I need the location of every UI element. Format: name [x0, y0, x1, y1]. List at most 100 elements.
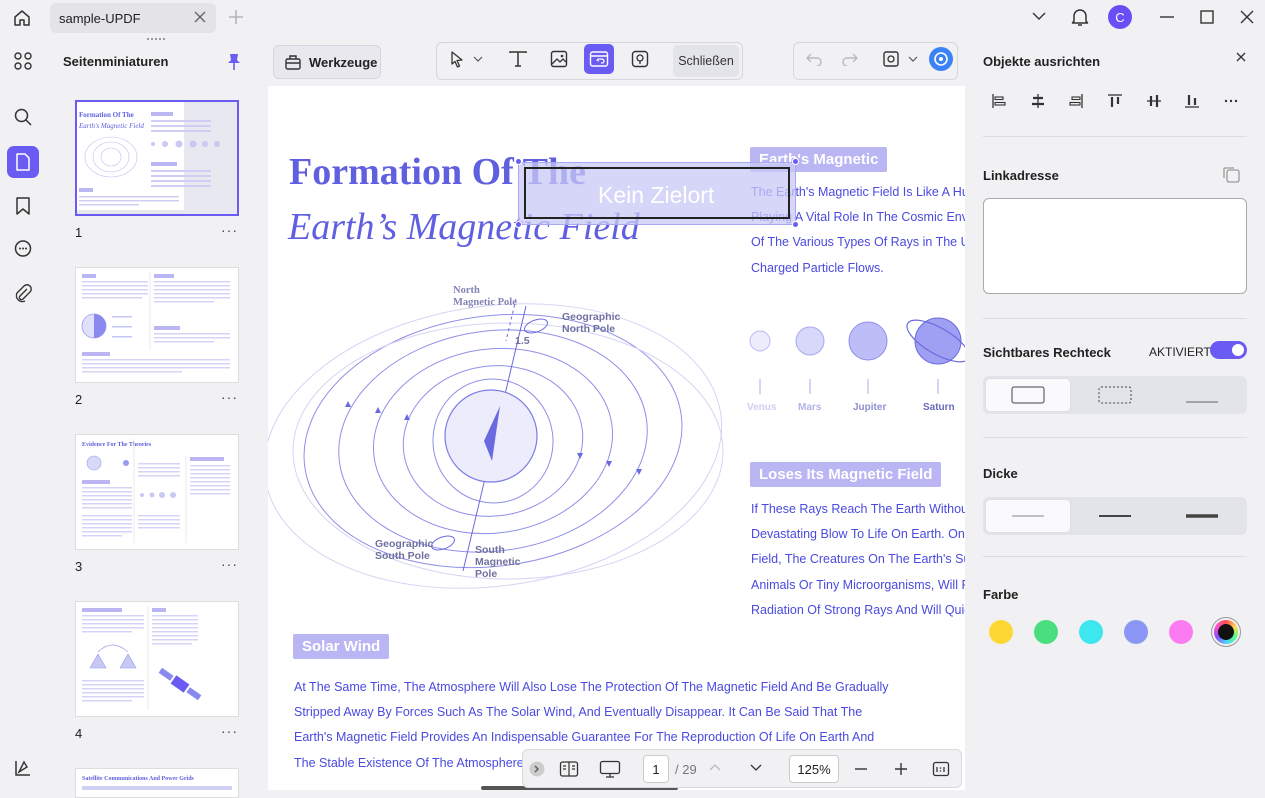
- visible-rect-toggle[interactable]: [1210, 341, 1247, 359]
- label-line: Magnetic: [475, 556, 521, 568]
- planet-label-mars: Mars: [798, 402, 822, 413]
- text-tool-icon[interactable]: [503, 44, 533, 74]
- link-address-input[interactable]: [983, 198, 1247, 294]
- page-thumbnail-2[interactable]: [75, 267, 239, 383]
- more-align-icon[interactable]: [1223, 93, 1239, 109]
- zoom-out-icon[interactable]: [854, 768, 868, 770]
- section-heading-solar-wind: Solar Wind: [293, 634, 390, 659]
- actual-size-icon[interactable]: [932, 760, 950, 778]
- divider: [983, 136, 1247, 137]
- close-tab-icon[interactable]: [194, 11, 206, 23]
- border-dashed-option[interactable]: [1072, 378, 1158, 412]
- color-swatch-1[interactable]: [989, 620, 1013, 644]
- toggle-knob: [1232, 344, 1244, 356]
- align-top-icon[interactable]: [1107, 93, 1123, 109]
- close-window-icon[interactable]: [1240, 10, 1254, 24]
- zoom-level[interactable]: 125%: [789, 755, 839, 783]
- svg-text:Evidence For The Theories: Evidence For The Theories: [82, 442, 152, 448]
- ai-assistant-icon[interactable]: [926, 44, 956, 74]
- watermark-tool-icon[interactable]: [625, 44, 655, 74]
- page-thumbnail-3[interactable]: Evidence For The Theories: [75, 434, 239, 550]
- chevron-down-icon[interactable]: [1032, 11, 1046, 21]
- tts-icon[interactable]: [876, 44, 906, 74]
- zoom-in-icon[interactable]: [894, 762, 908, 776]
- document-canvas[interactable]: Formation Of The Earth’s Magnetic Field …: [268, 86, 965, 790]
- left-tool-rail: [0, 36, 46, 790]
- redo-icon[interactable]: [835, 44, 865, 74]
- align-bottom-icon[interactable]: [1184, 93, 1200, 109]
- resize-handle[interactable]: [147, 38, 165, 42]
- divider: [983, 318, 1247, 319]
- color-swatch-2[interactable]: [1034, 620, 1058, 644]
- reading-mode-icon[interactable]: [559, 760, 579, 778]
- color-swatch-5[interactable]: [1169, 620, 1193, 644]
- resize-handle-tr[interactable]: [792, 158, 799, 165]
- new-tab-icon[interactable]: [228, 9, 244, 25]
- select-tool-icon[interactable]: [442, 44, 472, 74]
- properties-panel: Objekte ausrichten Linkadresse Sichtbare…: [967, 36, 1265, 790]
- page-options-1[interactable]: ···: [221, 222, 238, 238]
- visible-rect-label: Sichtbares Rechteck: [983, 345, 1111, 360]
- link-tool-icon[interactable]: [584, 44, 614, 74]
- svg-text:Earth's Magnetic Field: Earth's Magnetic Field: [78, 122, 144, 130]
- current-page-input[interactable]: 1: [643, 755, 669, 783]
- resize-handle-br[interactable]: [792, 221, 799, 228]
- image-tool-icon[interactable]: [544, 44, 574, 74]
- page-thumbnail-5[interactable]: Satellite Communications And Power Grids: [75, 768, 239, 798]
- color-swatch-6[interactable]: [1214, 620, 1238, 644]
- align-right-icon[interactable]: [1068, 93, 1084, 109]
- page-thumbnail-4[interactable]: [75, 601, 239, 717]
- avatar[interactable]: C: [1108, 5, 1132, 29]
- minimize-icon[interactable]: [1160, 16, 1174, 18]
- previous-page-icon[interactable]: [709, 763, 721, 771]
- select-dropdown-icon[interactable]: [469, 44, 487, 74]
- divider: [983, 437, 1247, 438]
- presentation-icon[interactable]: [599, 760, 621, 778]
- copy-icon[interactable]: [1221, 166, 1241, 184]
- bell-icon[interactable]: [1071, 7, 1089, 27]
- tools-button[interactable]: Werkzeuge: [273, 45, 381, 79]
- color-swatch-4[interactable]: [1124, 620, 1148, 644]
- comments-icon[interactable]: [7, 233, 39, 265]
- text-line: If These Rays Reach The Earth Without C: [751, 502, 965, 516]
- page-options-2[interactable]: ···: [221, 389, 238, 405]
- maximize-icon[interactable]: [1200, 10, 1214, 24]
- thumbnails-icon[interactable]: [7, 146, 39, 178]
- color-label: Farbe: [983, 587, 1019, 602]
- ai-tools-icon[interactable]: [7, 752, 39, 784]
- document-tab[interactable]: sample-UPDF: [50, 3, 216, 33]
- next-page-icon[interactable]: [750, 764, 762, 772]
- thickness-thick-option[interactable]: [1159, 499, 1245, 533]
- thickness-selector: [983, 497, 1247, 535]
- thickness-thin-option[interactable]: [985, 499, 1071, 533]
- search-icon[interactable]: [7, 101, 39, 133]
- pin-icon[interactable]: [227, 53, 241, 71]
- apps-grid-icon[interactable]: [7, 45, 39, 77]
- close-panel-icon[interactable]: [1236, 52, 1246, 62]
- page-options-3[interactable]: ···: [221, 556, 238, 572]
- geographic-south-pole-label: Geographic South Pole: [375, 538, 433, 562]
- border-solid-option[interactable]: [985, 378, 1071, 412]
- page-thumbnail-1[interactable]: Formation Of The Earth's Magnetic Field: [75, 100, 239, 216]
- home-icon[interactable]: [9, 5, 35, 31]
- border-underline-option[interactable]: [1159, 378, 1245, 412]
- color-swatch-3[interactable]: [1079, 620, 1103, 644]
- thickness-medium-option[interactable]: [1072, 499, 1158, 533]
- label-line: North Pole: [562, 323, 616, 335]
- bookmark-icon[interactable]: [7, 190, 39, 222]
- resize-handle-bl[interactable]: [515, 221, 522, 228]
- collapse-icon[interactable]: [529, 761, 545, 777]
- undo-icon[interactable]: [799, 44, 829, 74]
- align-left-icon[interactable]: [991, 93, 1007, 109]
- align-center-vertical-icon[interactable]: [1146, 93, 1162, 109]
- tts-dropdown-icon[interactable]: [905, 44, 921, 74]
- close-edit-button[interactable]: Schließen: [673, 45, 739, 77]
- resize-handle-tl[interactable]: [515, 158, 522, 165]
- page-options-4[interactable]: ···: [221, 723, 238, 739]
- tools-label: Werkzeuge: [309, 54, 378, 70]
- thumbnail-panel-title: Seitenminiaturen: [63, 54, 169, 69]
- title-bar: sample-UPDF C: [0, 0, 1265, 36]
- thickness-label: Dicke: [983, 466, 1018, 481]
- attachment-icon[interactable]: [7, 277, 39, 309]
- align-center-horizontal-icon[interactable]: [1030, 93, 1046, 109]
